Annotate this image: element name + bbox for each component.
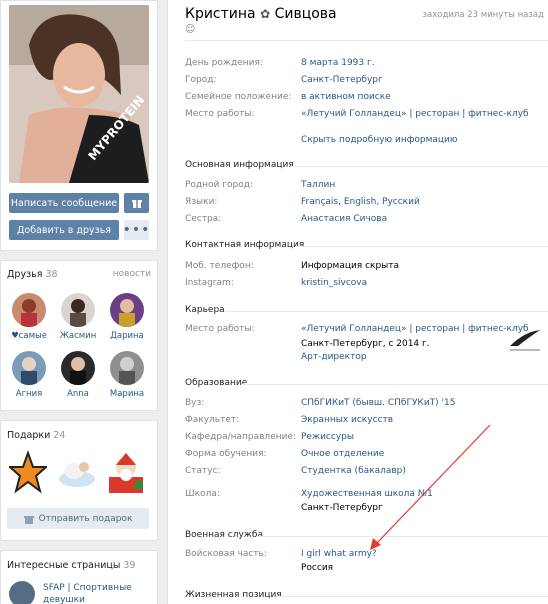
contacts-heading: Контактная информация — [185, 240, 305, 250]
friends-title[interactable]: Друзья 38 — [7, 269, 58, 280]
avatar — [110, 293, 144, 327]
gifts-title[interactable]: Подарки 24 — [7, 430, 65, 441]
department-link[interactable]: Режиссуры — [301, 432, 354, 442]
sister-link[interactable]: Анастасия Сичова — [301, 214, 387, 224]
education-heading: Образование — [185, 378, 248, 388]
status-link[interactable]: Студентка (бакалавр) — [301, 466, 406, 476]
instagram-link[interactable]: kristin_sivcova — [301, 278, 367, 288]
friend-name: Anna — [67, 389, 89, 399]
study-form-link[interactable]: Очное отделение — [301, 449, 384, 459]
school-row: Школа: Художественная школа №1 — [185, 489, 433, 499]
friend-item[interactable]: Марина — [105, 351, 149, 399]
page-link[interactable]: SFAP | Спортивные девушки — [43, 582, 143, 604]
friend-name: Жасмин — [59, 331, 97, 341]
send-message-button[interactable]: Написать сообщение — [9, 193, 119, 213]
friends-block: Друзья 38 новости ♥самые Жасмин Дарина Аг… — [0, 260, 158, 411]
more-dots-icon: ••• — [122, 222, 151, 238]
friend-name: Агния — [15, 389, 43, 399]
city-row: Город: Санкт-Петербург — [185, 75, 383, 85]
university-row: Вуз: СПбГИКиТ (бывш. СПбГУКиТ) '15 — [185, 398, 456, 408]
faculty-row: Факультет: Экранных искусств — [185, 415, 394, 425]
friend-item[interactable]: Агния — [7, 351, 51, 399]
section-line — [290, 166, 548, 167]
languages-row: Языки: Français, English, Русский — [185, 197, 420, 207]
gift-icon — [23, 515, 34, 524]
faculty-link[interactable]: Экранных искусств — [301, 415, 393, 425]
gift-item[interactable] — [7, 450, 49, 495]
department-row: Кафедра/направление: Режиссуры — [185, 432, 354, 442]
divider — [185, 40, 548, 41]
instagram-row: Instagram: kristin_sivcova — [185, 278, 368, 288]
school-city: Санкт-Петербург — [301, 503, 383, 513]
add-friend-button[interactable]: Добавить в друзья — [9, 220, 119, 240]
career-position[interactable]: Арт-директор — [301, 352, 367, 362]
career-row: Место работы: «Летучий Голландец» | рест… — [185, 324, 529, 334]
languages-link[interactable]: Français, English, Русский — [301, 197, 420, 207]
pages-title[interactable]: Интересные страницы 39 — [7, 560, 135, 571]
friend-item[interactable]: Anna — [56, 351, 100, 399]
relationship-link[interactable]: в активном поиске — [301, 92, 391, 102]
sister-row: Сестра: Анастасия Сичова — [185, 214, 388, 224]
military-unit-row: Войсковая часть: I girl what army? — [185, 549, 377, 559]
section-line — [295, 246, 548, 247]
gift-item[interactable] — [56, 457, 98, 489]
section-line — [243, 384, 548, 385]
gift-button[interactable] — [124, 193, 149, 213]
military-heading: Военная служба — [185, 530, 263, 540]
workplace-row: Место работы: «Летучий Голландец» | рест… — [185, 109, 529, 119]
study-form-row: Форма обучения: Очное отделение — [185, 449, 385, 459]
section-line — [225, 311, 548, 312]
section-line — [276, 596, 548, 597]
section-line — [258, 536, 548, 537]
gift-icon — [131, 200, 142, 208]
friend-item[interactable]: Дарина — [105, 293, 149, 341]
smile-icon[interactable]: ☺ — [185, 24, 195, 35]
last-seen-status: заходила 23 минуты назад — [422, 10, 544, 20]
city-link[interactable]: Санкт-Петербург — [301, 75, 383, 85]
school-link[interactable]: Художественная школа №1 — [301, 489, 433, 499]
gift-item[interactable] — [105, 451, 147, 495]
profile-photo-card: MYPROTEIN Написать сообщение Добавить в … — [0, 0, 158, 251]
career-period: Санкт-Петербург, с 2014 г. — [301, 339, 430, 349]
avatar — [61, 293, 95, 327]
gifts-block: Подарки 24 Отправить подарок — [0, 420, 158, 541]
flower-icon: ✿ — [260, 7, 271, 21]
profile-name: Кристина ✿ Сивцова — [185, 6, 337, 22]
more-actions-button[interactable]: ••• — [122, 220, 151, 240]
friends-news-link[interactable]: новости — [113, 269, 151, 279]
friend-item[interactable]: ♥самые — [7, 293, 51, 341]
status-row: Статус: Студентка (бакалавр) — [185, 466, 406, 476]
workplace-link[interactable]: «Летучий Голландец» | ресторан | фитнес-… — [301, 109, 529, 119]
company-logo[interactable] — [506, 326, 544, 356]
main-info-heading: Основная информация — [185, 160, 294, 170]
hide-details-link[interactable]: Скрыть подробную информацию — [301, 135, 457, 145]
friend-name: Дарина — [110, 331, 144, 341]
birthday-link[interactable]: 8 марта 1993 г. — [301, 58, 375, 68]
friend-name: Марина — [109, 389, 145, 399]
phone-row: Моб. телефон: Информация скрыта — [185, 261, 400, 271]
send-gift-button[interactable]: Отправить подарок — [7, 508, 149, 529]
interesting-pages-block: Интересные страницы 39 SFAP | Спортивные … — [0, 550, 158, 604]
career-heading: Карьера — [185, 305, 225, 315]
military-country: Россия — [301, 563, 334, 573]
life-position-heading: Жизненная позиция — [185, 590, 282, 600]
friend-name: ♥самые — [11, 331, 47, 341]
hometown-row: Родной город: Таллин — [185, 180, 336, 190]
profile-info-panel: Кристина ✿ Сивцова заходила 23 минуты на… — [167, 0, 548, 604]
university-link[interactable]: СПбГИКиТ (бывш. СПбГУКиТ) '15 — [301, 398, 455, 408]
birthday-row: День рождения: 8 марта 1993 г. — [185, 58, 375, 68]
military-unit-link[interactable]: I girl what army? — [301, 549, 377, 559]
page-avatar[interactable] — [9, 581, 35, 604]
avatar — [110, 351, 144, 385]
profile-photo[interactable]: MYPROTEIN — [9, 5, 149, 183]
hometown-link[interactable]: Таллин — [301, 180, 335, 190]
career-company-link[interactable]: «Летучий Голландец» | ресторан | фитнес-… — [301, 324, 529, 334]
avatar — [61, 351, 95, 385]
friend-item[interactable]: Жасмин — [56, 293, 100, 341]
relationship-row: Семейное положение: в активном поиске — [185, 92, 391, 102]
avatar — [12, 351, 46, 385]
avatar — [12, 293, 46, 327]
